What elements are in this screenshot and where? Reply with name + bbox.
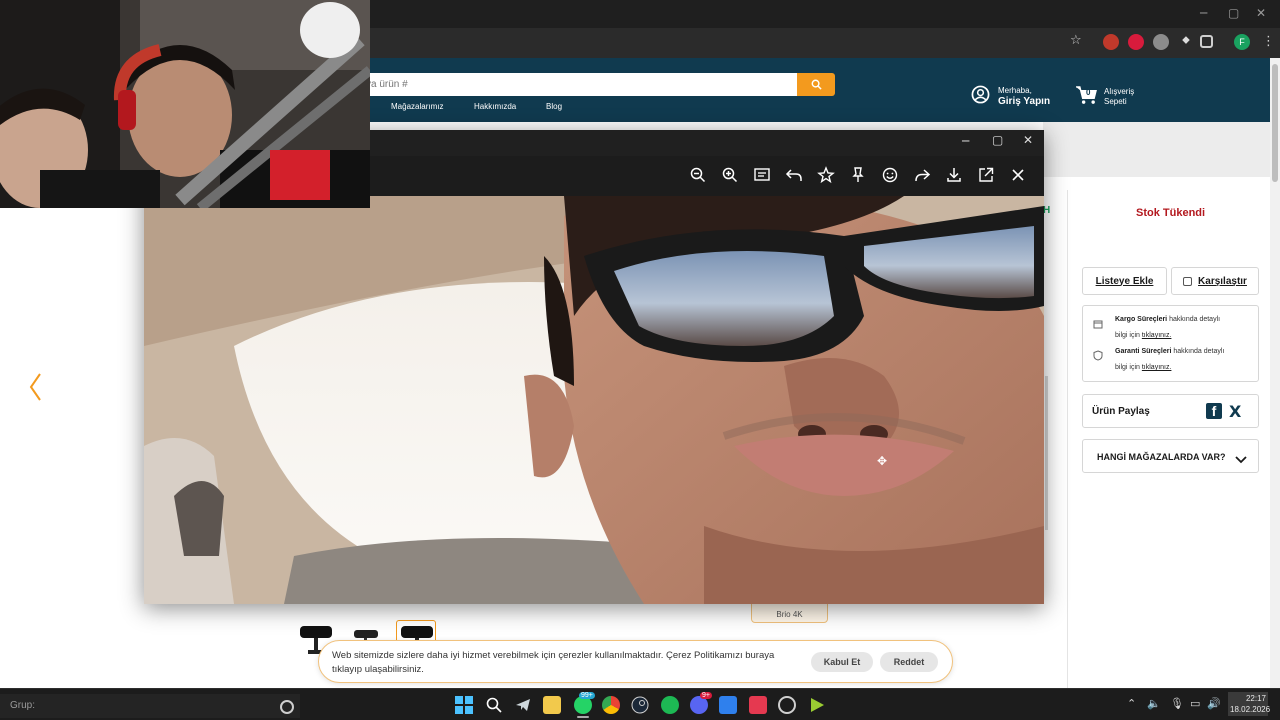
nav-blog-link[interactable]: Blog — [546, 102, 562, 111]
zoom-in-icon[interactable] — [721, 166, 739, 184]
share-box: Ürün Paylaş f X — [1082, 394, 1259, 428]
nav-about-link[interactable]: Hakkımızda — [474, 102, 516, 111]
cookie-reject-button[interactable]: Reddet — [880, 652, 938, 672]
media-player-icon[interactable] — [808, 696, 826, 714]
move-cursor-icon: ✥ — [877, 454, 888, 468]
stores-accordion[interactable]: HANGİ MAĞAZALARDA VAR? — [1082, 439, 1259, 473]
browser-close-button[interactable]: ✕ — [1256, 6, 1266, 20]
taskbar-search-text: Grup: — [10, 700, 36, 711]
account-greeting: Merhaba, — [998, 86, 1032, 95]
cargo-info: Kargo Süreçleri hakkında detaylı bilgi i… — [1115, 316, 1221, 339]
file-explorer-icon[interactable] — [543, 696, 561, 714]
taskbar-clock[interactable]: 22:17 18.02.2026 — [1228, 692, 1271, 716]
speaker-icon[interactable]: 🔊 — [1207, 697, 1221, 710]
search-input[interactable] — [350, 73, 797, 96]
zoom-out-icon[interactable] — [689, 166, 707, 184]
warranty-info-link[interactable]: tıklayınız. — [1142, 364, 1172, 371]
compare-checkbox[interactable] — [1183, 276, 1193, 286]
viewer-photo[interactable] — [144, 196, 1044, 604]
whatsapp-badge: 99+ — [579, 692, 595, 699]
viewer-close-button[interactable]: ✕ — [1023, 133, 1033, 147]
share-icon[interactable] — [913, 166, 931, 184]
start-icon[interactable] — [455, 696, 473, 714]
cookie-banner: Web sitemizde sizlere daha iyi hizmet ve… — [318, 640, 953, 683]
chrome-icon[interactable] — [602, 696, 620, 714]
webcam-overlay — [0, 0, 370, 208]
cargo-icon — [1093, 316, 1103, 334]
undo-icon[interactable] — [785, 166, 803, 184]
info-box: Kargo Süreçleri hakkında detaylı bilgi i… — [1082, 305, 1259, 382]
star-icon[interactable] — [817, 166, 835, 184]
tray-overflow-icon[interactable]: ⌃ — [1127, 697, 1136, 710]
warranty-info: Garanti Süreçleri hakkında detaylı bilgi… — [1115, 348, 1225, 371]
photos-icon[interactable] — [719, 696, 737, 714]
partial-link-text: H — [1043, 205, 1051, 216]
steam-icon[interactable] — [631, 696, 649, 714]
cargo-info-link[interactable]: tıklayınız. — [1142, 332, 1172, 339]
browser-menu-icon[interactable]: ⋮ — [1262, 34, 1275, 49]
discord-badge: 9+ — [700, 692, 712, 699]
viewer-maximize-button[interactable]: ▢ — [992, 133, 1003, 147]
pin-icon[interactable] — [849, 166, 867, 184]
volume-icon[interactable]: 🔈 — [1147, 697, 1161, 710]
account-login: Giriş Yapın — [998, 96, 1051, 107]
slideshow-icon[interactable] — [753, 166, 771, 184]
clock-time: 22:17 — [1245, 694, 1266, 703]
profile-avatar[interactable]: F — [1234, 34, 1250, 50]
download-icon[interactable] — [945, 166, 963, 184]
clock-date: 18.02.2026 — [1230, 705, 1271, 714]
cart-count: 0 — [1086, 88, 1091, 97]
promo-banner — [1043, 122, 1270, 177]
compare-button[interactable]: Karşılaştır — [1171, 267, 1259, 295]
browser-maximize-button[interactable]: ▢ — [1228, 6, 1239, 20]
extension-icon[interactable] — [1128, 34, 1144, 50]
facebook-icon[interactable]: f — [1206, 403, 1222, 419]
gallery-prev-arrow[interactable] — [28, 372, 42, 407]
nav-stores-link[interactable]: Mağazalarımız — [391, 102, 443, 111]
search-button[interactable] — [797, 73, 835, 96]
close-icon[interactable] — [1009, 166, 1027, 184]
cookie-text: Web sitemizde sizlere daha iyi hizmet ve… — [332, 650, 775, 675]
cart-label: Sepeti — [1104, 97, 1127, 106]
cookie-accept-button[interactable]: Kabul Et — [811, 652, 873, 672]
share-label: Ürün Paylaş — [1092, 406, 1150, 417]
account-link[interactable]: Merhaba, Giriş Yapın — [998, 86, 1050, 108]
extensions-puzzle-icon[interactable] — [1200, 35, 1213, 48]
viewer-minimize-button[interactable]: ─ — [962, 134, 969, 148]
open-external-icon[interactable] — [977, 166, 995, 184]
spotify-icon[interactable] — [661, 696, 679, 714]
extension-icon[interactable] — [1153, 34, 1169, 50]
divider — [1067, 190, 1068, 690]
copilot-icon[interactable] — [280, 700, 294, 714]
microphone-icon[interactable]: 🎙 — [1170, 697, 1184, 710]
warranty-shield-icon — [1093, 348, 1103, 366]
telegram-icon[interactable] — [514, 696, 532, 714]
chevron-down-icon — [1235, 451, 1247, 469]
x-twitter-icon[interactable]: X — [1229, 402, 1241, 421]
extension-icon[interactable] — [1103, 34, 1119, 50]
vivaldi-icon[interactable] — [749, 696, 767, 714]
search-icon[interactable] — [485, 696, 503, 714]
browser-minimize-button[interactable]: ─ — [1200, 6, 1207, 20]
cart-icon[interactable]: 0 — [1075, 85, 1098, 110]
add-to-list-button[interactable]: Listeye Ekle — [1082, 267, 1167, 295]
emoji-icon[interactable] — [881, 166, 899, 184]
obs-icon[interactable] — [778, 696, 796, 714]
network-icon[interactable]: ▭ — [1190, 697, 1200, 710]
cart-label: Alışveriş — [1104, 87, 1135, 96]
stock-status: Stok Tükendi — [1136, 207, 1206, 219]
taskbar-search[interactable]: Grup: — [0, 694, 300, 718]
extension-icon[interactable]: ⬥ — [1178, 34, 1194, 50]
cart-link[interactable]: Alışveriş Sepeti — [1104, 87, 1134, 107]
compare-label: Karşılaştır — [1198, 275, 1247, 287]
active-app-indicator — [577, 716, 589, 718]
page-scrollbar-thumb[interactable] — [1272, 64, 1278, 182]
stores-label: HANGİ MAĞAZALARDA VAR? — [1097, 452, 1226, 462]
search-icon — [811, 79, 822, 90]
bookmark-star-icon[interactable]: ☆ — [1070, 33, 1082, 48]
divider — [1045, 376, 1048, 530]
account-icon[interactable] — [971, 85, 990, 109]
